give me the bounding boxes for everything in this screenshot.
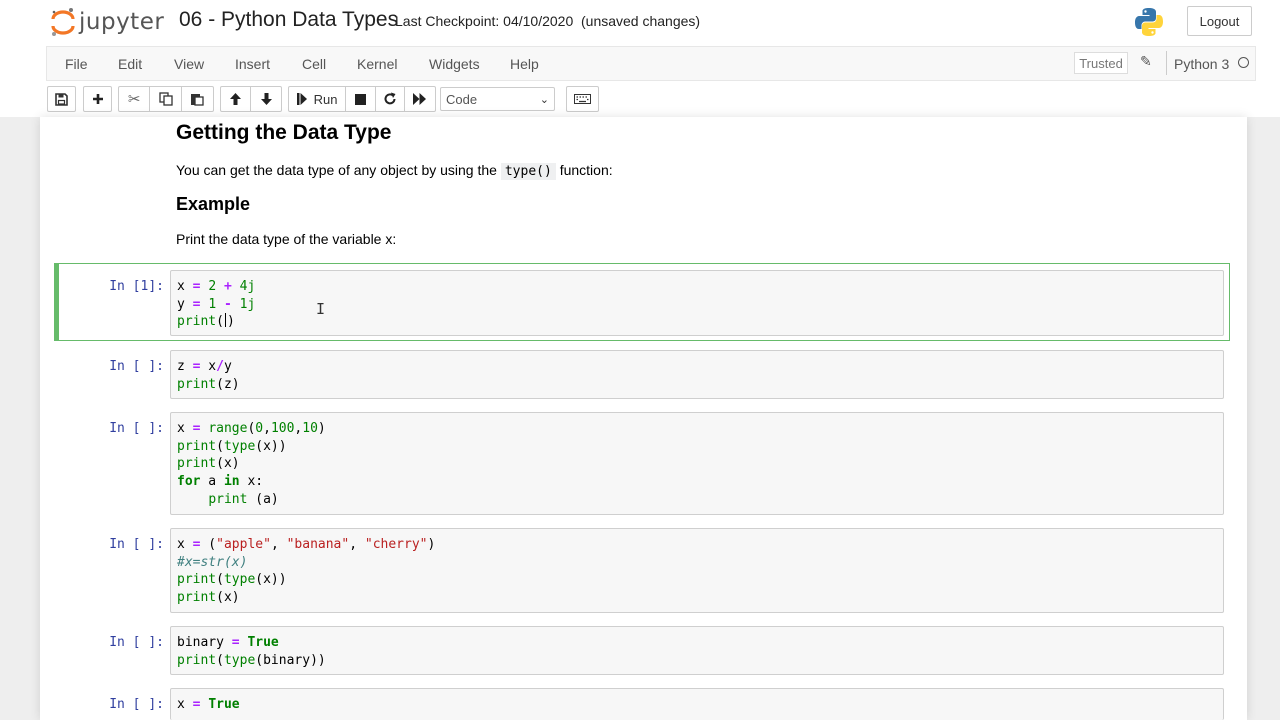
menu-help[interactable]: Help — [510, 56, 539, 72]
keyboard-icon — [574, 94, 591, 104]
code-line: print(x) — [177, 456, 240, 472]
interrupt-button[interactable] — [346, 87, 376, 111]
plus-icon — [92, 94, 103, 104]
insert-cell-button[interactable] — [83, 86, 112, 112]
cell-prompt: In [ ]: — [109, 421, 164, 436]
code-line: print (a) — [208, 491, 279, 507]
code-input[interactable]: binary = True print(type(binary)) — [170, 626, 1224, 675]
code-lines: x = True — [177, 696, 240, 714]
trusted-indicator[interactable]: Trusted — [1074, 52, 1128, 74]
run-label: Run — [313, 91, 338, 107]
logo-text: jupyter — [79, 9, 165, 35]
menu-edit[interactable]: Edit — [118, 56, 142, 72]
pencil-icon[interactable]: ✎ — [1140, 53, 1152, 70]
chevron-down-icon: ⌄ — [539, 94, 549, 106]
move-down-button[interactable] — [251, 87, 281, 111]
code-input[interactable]: x = ("apple", "banana", "cherry") #x=str(… — [170, 528, 1224, 613]
code-line: for a in x: — [177, 474, 264, 490]
code-line: y = 1 - 1j — [177, 296, 256, 312]
kernel-status-icon — [1238, 57, 1249, 68]
code-line: x = range(0,100,10) — [177, 421, 326, 436]
cell-prompt: In [ ]: — [109, 359, 164, 374]
code-line: x = 2 + 4j — [177, 279, 256, 294]
code-line: #x=str(x) — [177, 554, 248, 570]
cell-prompt: In [ ]: — [109, 537, 164, 552]
move-up-button[interactable] — [221, 87, 252, 111]
notebook-header: jupyter 06 - Python Data Types Last Chec… — [0, 0, 1280, 117]
save-button[interactable] — [47, 86, 76, 112]
command-palette-button[interactable] — [566, 86, 599, 112]
jupyter-logo-icon — [51, 8, 75, 36]
code-input[interactable]: z = x/y print(z) — [170, 350, 1224, 399]
code-lines: z = x/y print(z) — [177, 358, 240, 393]
copy-icon — [158, 92, 173, 106]
paste-icon — [191, 94, 204, 106]
save-icon — [55, 92, 68, 106]
restart-run-all-button[interactable] — [405, 87, 435, 111]
code-input[interactable]: x = True — [170, 688, 1224, 720]
mouse-ibeam-cursor: I — [316, 300, 326, 318]
code-line: print(x) — [177, 590, 240, 606]
cell-type-value: Code — [446, 91, 478, 107]
code-lines: binary = True print(type(binary)) — [177, 634, 326, 669]
logout-button[interactable]: Logout — [1187, 6, 1252, 36]
menu-view[interactable]: View — [174, 56, 204, 72]
kernel-name: Python 3 — [1174, 56, 1230, 72]
unsaved-status: (unsaved changes) — [581, 13, 701, 29]
stop-icon — [355, 93, 367, 105]
menu-bar: File Edit View Insert Cell Kernel Widget… — [46, 46, 1256, 81]
menu-widgets[interactable]: Widgets — [429, 56, 480, 72]
arrow-up-icon — [230, 93, 241, 105]
code-line: z = x/y — [177, 359, 232, 374]
intro-text: You can get the data type of any object … — [176, 162, 613, 180]
copy-button[interactable] — [150, 87, 182, 111]
code-lines: x = range(0,100,10) print(type(x)) print(x… — [177, 420, 326, 509]
example-text: Print the data type of the variable x: — [176, 231, 397, 247]
move-button-group — [220, 86, 282, 112]
example-heading: Example — [176, 194, 251, 214]
code-lines: x = 2 + 4j y = 1 - 1j print() — [177, 278, 255, 331]
edit-mode-indicator — [54, 263, 59, 341]
menu-file[interactable]: File — [65, 56, 88, 72]
cell-prompt: In [1]: — [109, 279, 164, 294]
code-line: print(z) — [177, 376, 240, 392]
cut-icon: ✂ — [127, 91, 141, 108]
code-lines: x = ("apple", "banana", "cherry") #x=str(… — [177, 536, 435, 607]
arrow-down-icon — [260, 93, 272, 105]
menu-insert[interactable]: Insert — [235, 56, 270, 72]
edit-button-group: ✂ — [118, 86, 214, 112]
intro-text-before: You can get the data type of any object … — [176, 162, 497, 178]
code-line: x = ("apple", "banana", "cherry") — [177, 537, 436, 552]
text-cursor — [224, 313, 226, 328]
cell-prompt: In [ ]: — [109, 697, 164, 712]
cut-button[interactable]: ✂ — [119, 87, 151, 111]
cell-prompt: In [ ]: — [109, 635, 164, 650]
kernel-divider — [1166, 51, 1167, 75]
cell-type-select[interactable]: Code ⌄ — [440, 87, 555, 111]
paste-button[interactable] — [182, 87, 213, 111]
menu-kernel[interactable]: Kernel — [357, 56, 397, 72]
run-button[interactable]: Run — [289, 87, 347, 111]
jupyter-logo[interactable]: jupyter — [50, 6, 164, 38]
inline-code: type() — [500, 163, 556, 180]
code-line: x = True — [177, 697, 240, 712]
step-forward-icon — [296, 93, 307, 105]
code-line: print() — [177, 313, 235, 330]
intro-text-after: function: — [559, 162, 613, 178]
run-button-group: Run — [288, 86, 436, 112]
notebook-title[interactable]: 06 - Python Data Types — [179, 8, 398, 32]
python-logo-icon — [1135, 8, 1163, 36]
code-line: print(type(binary)) — [177, 652, 326, 668]
code-input[interactable]: x = range(0,100,10) print(type(x)) print(x… — [170, 412, 1224, 515]
code-line: binary = True — [177, 635, 279, 650]
code-line: print(type(x)) — [177, 572, 287, 588]
code-input[interactable]: x = 2 + 4j y = 1 - 1j print() — [170, 270, 1224, 336]
checkpoint-status: Last Checkpoint: 04/10/2020 — [395, 13, 574, 29]
fast-forward-icon — [413, 93, 427, 105]
menu-cell[interactable]: Cell — [302, 56, 326, 72]
code-line: print(type(x)) — [177, 438, 287, 454]
refresh-icon — [384, 92, 396, 105]
restart-button[interactable] — [376, 87, 406, 111]
section-heading: Getting the Data Type — [176, 121, 392, 144]
